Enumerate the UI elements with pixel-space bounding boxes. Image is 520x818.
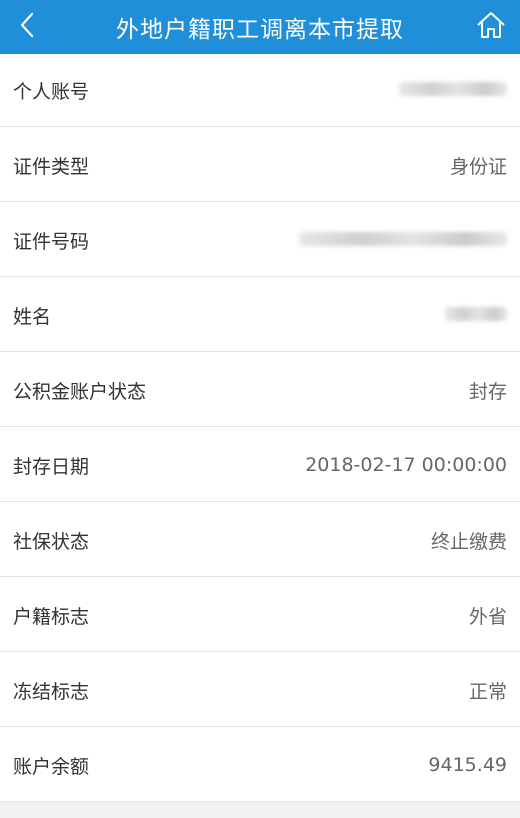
seal-date-label: 封存日期 <box>13 455 90 478</box>
social-security-status-label: 社保状态 <box>13 530 90 553</box>
row-id-type: 证件类型 身份证 <box>0 129 520 202</box>
id-type-label: 证件类型 <box>13 155 90 178</box>
social-security-status-value: 终止缴费 <box>430 530 507 553</box>
home-icon <box>475 10 507 44</box>
row-social-security-status: 社保状态 终止缴费 <box>0 504 520 577</box>
row-seal-date: 封存日期 2018-02-17 00:00:00 <box>0 429 520 502</box>
fund-account-status-label: 公积金账户状态 <box>13 380 147 403</box>
id-number-value <box>299 229 507 251</box>
household-flag-value: 外省 <box>468 605 507 628</box>
personal-account-label: 个人账号 <box>13 80 90 103</box>
row-account-balance: 账户余额 9415.49 <box>0 729 520 802</box>
household-flag-label: 户籍标志 <box>13 605 90 628</box>
seal-date-value: 2018-02-17 00:00:00 <box>305 454 507 476</box>
top-navigation-bar: 外地户籍职工调离本市提取 <box>0 0 520 54</box>
row-freeze-flag: 冻结标志 正常 <box>0 654 520 727</box>
home-button[interactable] <box>462 0 520 54</box>
row-id-number: 证件号码 <box>0 204 520 277</box>
name-value <box>445 304 507 326</box>
row-personal-account: 个人账号 <box>0 54 520 127</box>
row-household-flag: 户籍标志 外省 <box>0 579 520 652</box>
account-balance-value: 9415.49 <box>428 754 507 776</box>
freeze-flag-value: 正常 <box>468 680 507 703</box>
back-button[interactable] <box>0 0 54 54</box>
account-info-list: 个人账号 证件类型 身份证 证件号码 姓名 公积金账户状态 封存 封存日期 20… <box>0 54 520 802</box>
page-title: 外地户籍职工调离本市提取 <box>116 17 404 43</box>
row-fund-account-status: 公积金账户状态 封存 <box>0 354 520 427</box>
id-type-value: 身份证 <box>449 155 507 178</box>
freeze-flag-label: 冻结标志 <box>13 680 90 703</box>
row-name: 姓名 <box>0 279 520 352</box>
personal-account-value <box>399 79 507 101</box>
account-balance-label: 账户余额 <box>13 755 90 778</box>
fund-account-status-value: 封存 <box>468 380 507 403</box>
id-number-label: 证件号码 <box>13 230 90 253</box>
footer-gap <box>0 804 520 815</box>
chevron-left-icon <box>16 10 38 44</box>
name-label: 姓名 <box>13 305 52 328</box>
